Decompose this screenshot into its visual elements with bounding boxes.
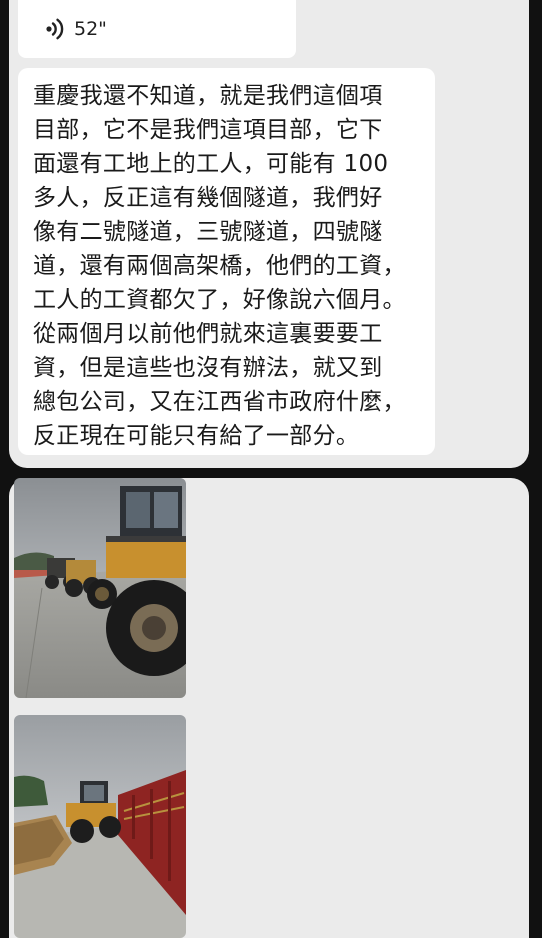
message-line: 多人，反正這有幾個隧道，我們好 bbox=[33, 185, 383, 211]
message-line: 道，還有兩個高架橋，他們的工資， bbox=[33, 253, 406, 279]
message-line: 資，但是這些也沒有辦法，就又到 bbox=[33, 355, 383, 381]
text-message-bubble[interactable]: 重慶我還不知道，就是我們這個項 目部，它不是我們這項目部，它下 面還有工地上的工… bbox=[18, 68, 435, 455]
message-line: 面還有工地上的工人，可能有 100 bbox=[33, 151, 389, 177]
voice-message-bubble[interactable]: 52" bbox=[18, 0, 296, 58]
voice-duration: 52" bbox=[74, 18, 107, 40]
message-line: 工人的工資都欠了，好像說六個月。 bbox=[33, 287, 406, 313]
photo-loader-red-wall[interactable] bbox=[14, 715, 186, 938]
message-line: 像有二號隧道，三號隧道，四號隧 bbox=[33, 219, 383, 245]
message-line: 從兩個月以前他們就來這裏要要工 bbox=[33, 321, 383, 347]
photo-wheel-loaders[interactable] bbox=[14, 478, 186, 698]
voice-wave-icon bbox=[46, 18, 64, 40]
message-line: 總包公司，又在江西省市政府什麼， bbox=[33, 389, 406, 415]
message-line: 重慶我還不知道，就是我們這個項 bbox=[33, 83, 383, 109]
message-line: 反正現在可能只有給了一部分。 bbox=[33, 423, 360, 449]
message-line: 目部，它不是我們這項目部，它下 bbox=[33, 117, 383, 143]
